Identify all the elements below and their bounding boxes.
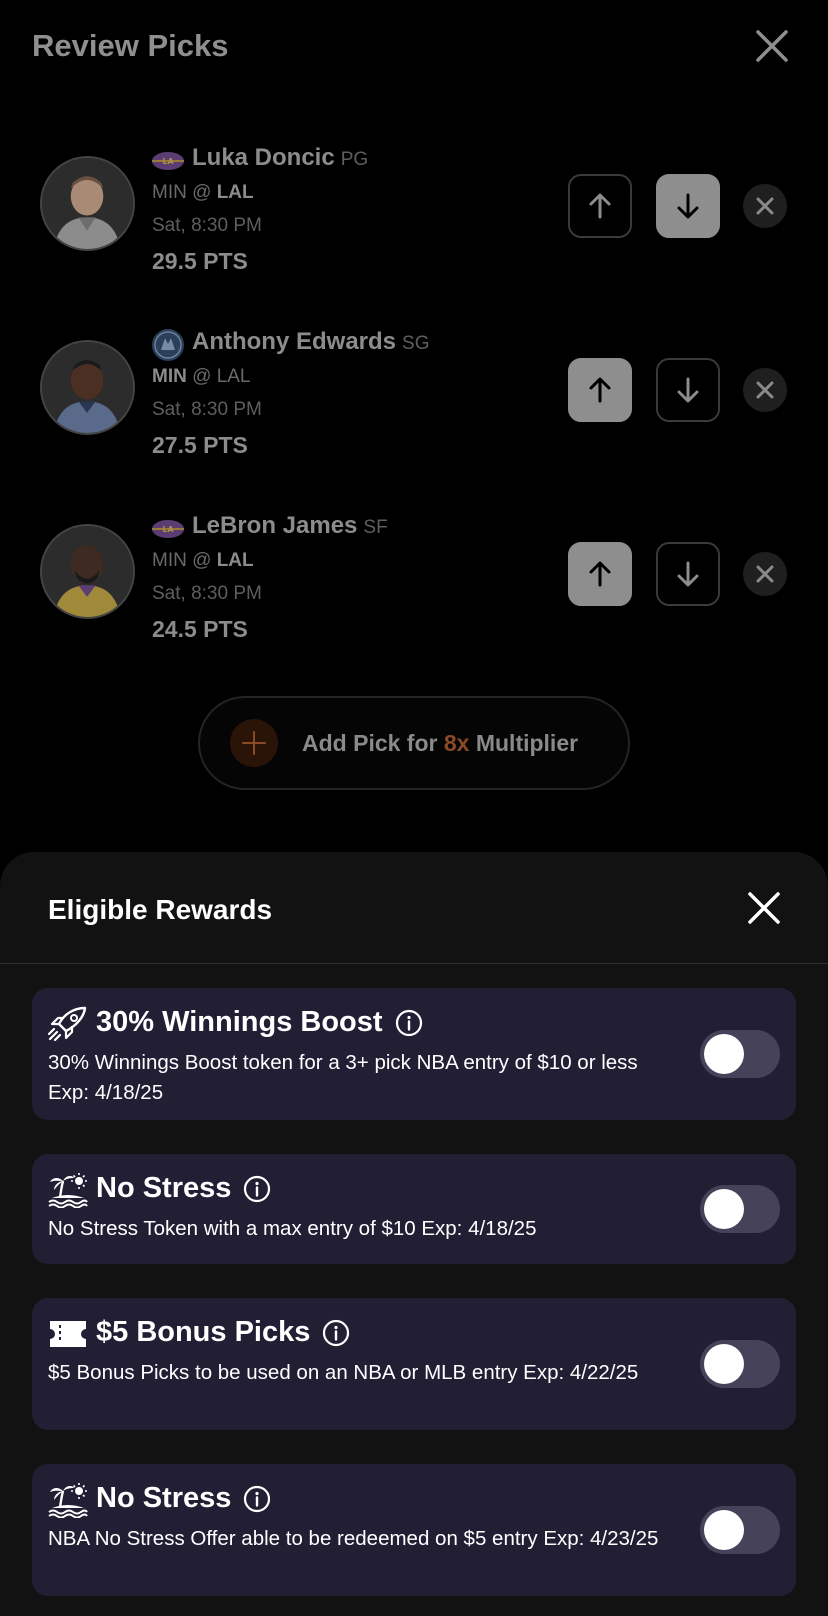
review-close-icon[interactable] bbox=[752, 26, 792, 66]
review-title: Review Picks bbox=[32, 28, 229, 63]
matchup: MIN @ LAL bbox=[152, 366, 251, 387]
arrow-down-icon bbox=[677, 193, 699, 219]
stat-line: 24.5 PTS bbox=[152, 616, 248, 642]
higher-button[interactable] bbox=[568, 542, 632, 606]
lakers-logo-icon: LA bbox=[151, 144, 185, 178]
remove-pick-button[interactable] bbox=[743, 368, 787, 412]
sheet-close-icon[interactable] bbox=[744, 888, 784, 928]
close-icon bbox=[756, 197, 774, 215]
lower-button[interactable] bbox=[656, 174, 720, 238]
player-avatar bbox=[40, 340, 135, 435]
rocket-icon bbox=[47, 1006, 88, 1042]
arrow-down-icon bbox=[677, 561, 699, 587]
sheet-title: Eligible Rewards bbox=[48, 894, 273, 925]
info-icon[interactable] bbox=[395, 1009, 423, 1037]
lakers-logo-icon: LA bbox=[151, 512, 185, 546]
close-icon bbox=[756, 381, 774, 399]
screen: Review Picks LA Luka Doncic PG MIN @ LAL… bbox=[0, 0, 828, 1616]
player-name: LeBron James SF bbox=[192, 512, 388, 539]
island-icon bbox=[48, 1482, 88, 1519]
remove-pick-button[interactable] bbox=[743, 184, 787, 228]
player-position: SG bbox=[402, 333, 430, 354]
pick-row: LA Luka Doncic PG MIN @ LAL Sat, 8:30 PM … bbox=[0, 144, 828, 294]
svg-text:LA: LA bbox=[162, 525, 174, 534]
ticket-icon bbox=[48, 1316, 88, 1352]
info-icon[interactable] bbox=[243, 1175, 271, 1203]
reward-description: NBA No Stress Offer able to be redeemed … bbox=[48, 1527, 659, 1550]
player-position: SF bbox=[363, 517, 388, 538]
pick-row: Anthony Edwards SG MIN @ LAL Sat, 8:30 PM… bbox=[0, 328, 828, 478]
add-pick-button[interactable]: Add Pick for 8x Multiplier bbox=[198, 696, 630, 790]
add-pick-label: Add Pick for 8x Multiplier bbox=[302, 729, 579, 756]
close-icon bbox=[756, 565, 774, 583]
matchup: MIN @ LAL bbox=[152, 550, 254, 571]
reward-title: No Stress bbox=[96, 1482, 271, 1515]
reward-toggle[interactable] bbox=[700, 1185, 780, 1233]
reward-toggle[interactable] bbox=[700, 1030, 780, 1078]
player-avatar bbox=[40, 156, 135, 251]
reward-description: 30% Winnings Boost token for a 3+ pick N… bbox=[48, 1051, 638, 1104]
review-picks-panel: Review Picks LA Luka Doncic PG MIN @ LAL… bbox=[0, 0, 828, 860]
game-time: Sat, 8:30 PM bbox=[152, 583, 262, 604]
reward-title: No Stress bbox=[96, 1172, 271, 1205]
divider bbox=[0, 963, 828, 964]
arrow-up-icon bbox=[589, 377, 611, 403]
lower-button[interactable] bbox=[656, 358, 720, 422]
timberwolves-logo-icon bbox=[151, 328, 185, 362]
reward-card: $5 Bonus Picks $5 Bonus Picks to be used… bbox=[32, 1298, 796, 1430]
matchup: MIN @ LAL bbox=[152, 182, 254, 203]
reward-title: 30% Winnings Boost bbox=[96, 1006, 423, 1039]
toggle-knob bbox=[704, 1034, 744, 1074]
arrow-down-icon bbox=[677, 377, 699, 403]
eligible-rewards-sheet: Eligible Rewards 30% Winnings Boost 30% … bbox=[0, 852, 828, 1616]
plus-icon bbox=[230, 719, 278, 767]
stat-line: 27.5 PTS bbox=[152, 432, 248, 458]
svg-text:LA: LA bbox=[162, 157, 174, 166]
reward-description: No Stress Token with a max entry of $10 … bbox=[48, 1217, 537, 1240]
toggle-knob bbox=[704, 1189, 744, 1229]
info-icon[interactable] bbox=[322, 1319, 350, 1347]
info-icon[interactable] bbox=[243, 1485, 271, 1513]
lower-button[interactable] bbox=[656, 542, 720, 606]
player-name: Anthony Edwards SG bbox=[192, 328, 430, 355]
island-icon bbox=[48, 1172, 88, 1209]
reward-card: No Stress No Stress Token with a max ent… bbox=[32, 1154, 796, 1264]
arrow-up-icon bbox=[589, 193, 611, 219]
player-name: Luka Doncic PG bbox=[192, 144, 369, 171]
higher-button[interactable] bbox=[568, 174, 632, 238]
reward-card: No Stress NBA No Stress Offer able to be… bbox=[32, 1464, 796, 1596]
arrow-up-icon bbox=[589, 561, 611, 587]
higher-button[interactable] bbox=[568, 358, 632, 422]
stat-line: 29.5 PTS bbox=[152, 248, 248, 274]
reward-toggle[interactable] bbox=[700, 1506, 780, 1554]
reward-toggle[interactable] bbox=[700, 1340, 780, 1388]
reward-description: $5 Bonus Picks to be used on an NBA or M… bbox=[48, 1361, 639, 1384]
reward-title: $5 Bonus Picks bbox=[96, 1316, 350, 1349]
multiplier-value: 8x bbox=[443, 729, 470, 756]
pick-row: LA LeBron James SF MIN @ LAL Sat, 8:30 PM… bbox=[0, 512, 828, 662]
toggle-knob bbox=[704, 1344, 744, 1384]
game-time: Sat, 8:30 PM bbox=[152, 399, 262, 420]
player-position: PG bbox=[340, 149, 369, 170]
player-avatar bbox=[40, 524, 135, 619]
toggle-knob bbox=[704, 1510, 744, 1550]
remove-pick-button[interactable] bbox=[743, 552, 787, 596]
reward-card: 30% Winnings Boost 30% Winnings Boost to… bbox=[32, 988, 796, 1120]
game-time: Sat, 8:30 PM bbox=[152, 215, 262, 236]
